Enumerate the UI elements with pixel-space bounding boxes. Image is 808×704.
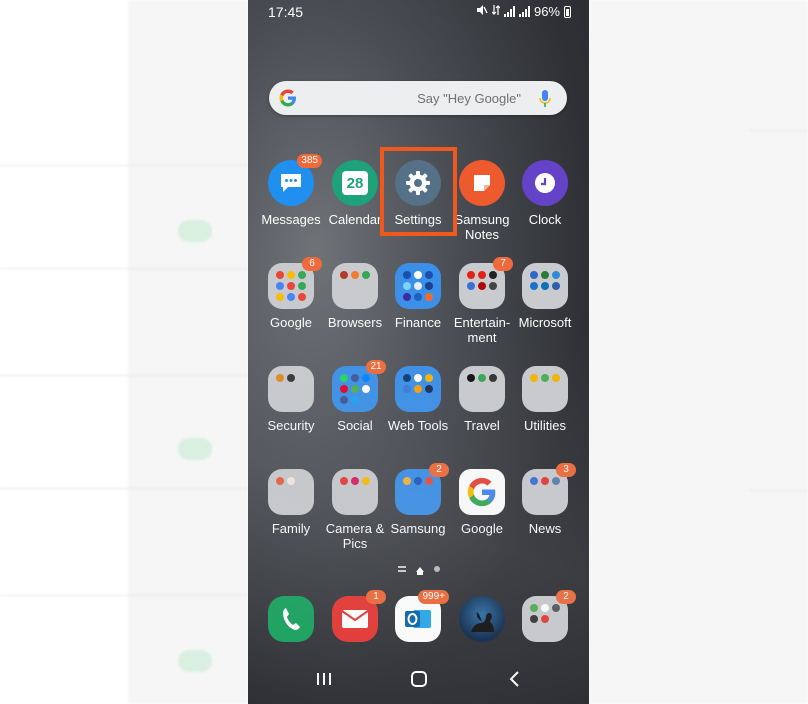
clock-icon [522,160,568,206]
home-button[interactable] [409,670,429,688]
folder-browsers[interactable]: Browsers [320,263,390,330]
status-time: 17:45 [268,4,304,20]
background-app-right [589,0,808,704]
folder-icon [332,469,378,515]
app-label: Entertain-ment [453,315,511,345]
folder-entertainment[interactable]: 7 Entertain-ment [447,257,517,345]
folder-camera-pics[interactable]: Camera & Pics [320,469,390,551]
folder-badge: 2 [556,590,576,604]
folder-web-tools[interactable]: Web Tools [383,366,453,433]
email-icon: 1 [332,590,386,642]
outlook-icon: 999+ [395,590,449,642]
page-dot[interactable] [434,566,440,572]
app-label: Google [461,521,503,536]
app-label: Social [337,418,373,433]
app-google[interactable]: Google [447,469,517,536]
dock-kindle[interactable] [447,596,517,648]
folder-badge: 6 [302,257,322,271]
folder-icon [395,263,441,309]
search-placeholder: Say "Hey Google" [417,91,521,106]
app-label: Messages [261,212,321,227]
app-label: Camera & Pics [325,521,385,551]
app-label: Travel [464,418,500,433]
folder-badge: 3 [556,463,576,477]
page-indicator [398,566,440,575]
app-label: Family [271,521,311,536]
home-page-icon [416,566,424,575]
microphone-icon[interactable] [539,89,551,109]
folder-google[interactable]: 6 Google [256,257,326,330]
app-label: Web Tools [387,418,449,433]
dock-email[interactable]: 1 [320,590,390,648]
folder-news[interactable]: 3 News [510,463,580,536]
app-clock[interactable]: Clock [510,160,580,227]
folder-badge: 2 [429,463,449,477]
folder-travel[interactable]: Travel [447,366,517,433]
folder-finance[interactable]: Finance [383,263,453,330]
folder-icon [522,263,568,309]
battery-icon [564,5,571,18]
app-label: Google [270,315,312,330]
app-label: News [528,521,562,536]
google-icon [459,469,505,515]
app-label: Utilities [524,418,566,433]
phone-home-screen: 17:45 96% Say "Hey Google" 385 Messages … [248,0,589,704]
app-label: Security [267,418,315,433]
phone-icon [268,596,314,642]
folder-icon: 3 [522,463,576,515]
background-app-left [0,0,248,704]
folder-icon: 7 [459,257,513,309]
folder-icon: 6 [268,257,322,309]
app-label: Samsung [390,521,446,536]
back-icon [509,671,519,687]
calendar-icon: 28 [332,160,378,206]
kindle-icon [459,596,505,642]
status-bar: 17:45 96% [248,0,589,26]
calendar-day: 28 [346,175,364,192]
app-label: Browsers [327,315,383,330]
notes-icon [459,160,505,206]
folder-microsoft[interactable]: Microsoft [510,263,580,330]
folder-icon [268,366,314,412]
mute-icon [476,4,488,19]
app-label: Microsoft [518,315,572,330]
folder-icon [332,263,378,309]
folder-icon: 21 [332,360,386,412]
battery-percent: 96% [533,4,560,19]
back-button[interactable] [505,670,525,688]
signal-icon [503,6,515,17]
folder-icon [522,366,568,412]
dock-phone[interactable] [256,596,326,648]
folder-icon: 2 [522,590,576,642]
messages-icon: 385 [268,154,322,206]
navigation-bar [248,660,589,700]
folder-utilities[interactable]: Utilities [510,366,580,433]
data-transfer-icon [491,4,501,19]
menu-lines-icon [398,566,406,572]
app-samsung-notes[interactable]: Samsung Notes [447,160,517,242]
folder-icon: 2 [395,463,449,515]
app-label: Samsung Notes [454,212,510,242]
settings-highlight-box [380,147,457,236]
dock-outlook[interactable]: 999+ [383,590,453,648]
folder-family[interactable]: Family [256,469,326,536]
folder-icon [395,366,441,412]
google-search-bar[interactable]: Say "Hey Google" [269,81,567,115]
dock-folder[interactable]: 2 [510,590,580,648]
folder-security[interactable]: Security [256,366,326,433]
folder-samsung[interactable]: 2 Samsung [383,463,453,536]
folder-social[interactable]: 21 Social [320,360,390,433]
signal-2-icon [518,6,530,17]
folder-icon [268,469,314,515]
app-label: Clock [528,212,562,227]
app-messages[interactable]: 385 Messages [256,154,326,227]
recent-apps-button[interactable] [314,670,334,688]
messages-badge: 385 [297,154,322,168]
home-icon [411,671,427,687]
app-label: Finance [394,315,442,330]
outlook-badge: 999+ [418,590,449,604]
google-g-icon [279,89,296,107]
folder-icon [459,366,505,412]
recent-apps-icon [317,673,331,685]
